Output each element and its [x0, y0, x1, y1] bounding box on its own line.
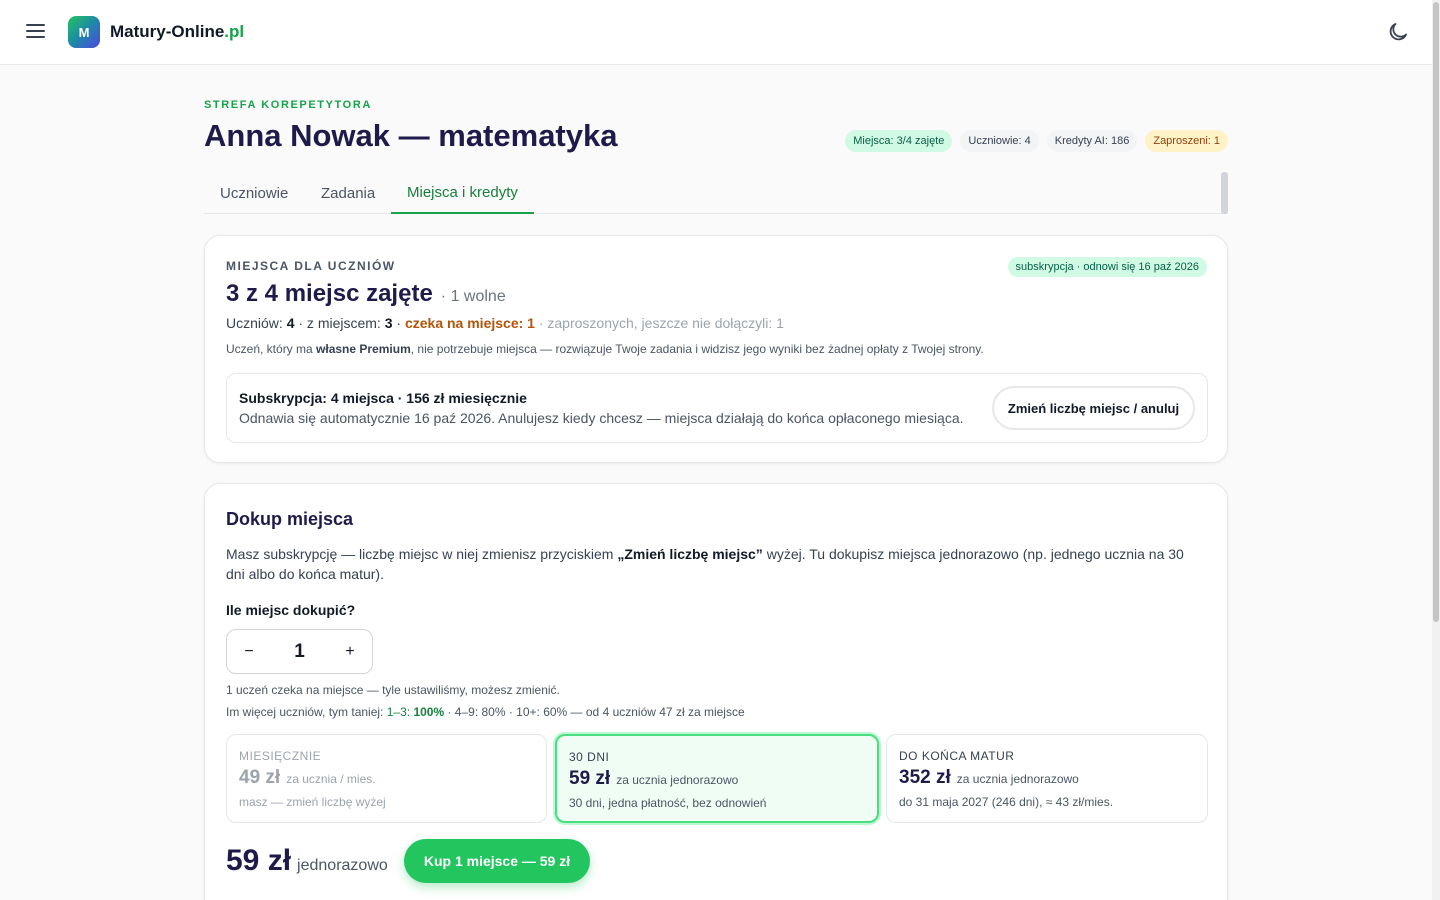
page-title: Anna Nowak — matematyka [204, 118, 618, 153]
buy-seats-title: Dokup miejsca [226, 509, 354, 529]
seats-card: MIEJSCA DLA UCZNIÓW subskrypcja · odnowi… [204, 235, 1228, 463]
seats-chip: Miejsca: 3/4 zajęte [845, 130, 953, 152]
plan-until-exams-note: do 31 maja 2027 (246 dni), ≈ 43 zł/mies. [899, 795, 1114, 809]
premium-note: Uczeń, który ma własne Premium, nie potr… [226, 342, 984, 356]
tab-tasks[interactable]: Zadania [305, 172, 391, 214]
seats-free: · 1 wolne [440, 288, 506, 305]
plan-until-exams-unit: za ucznia jednorazowo [956, 772, 1079, 786]
buy-seat-button[interactable]: Kup 1 miejsce — 59 zł [404, 839, 590, 883]
plan-until-exams-price: 352 zł za ucznia jednorazowo [899, 767, 1079, 789]
tier1-label: 1–3: [386, 705, 414, 719]
plan-30-days-unit: za ucznia jednorazowo [616, 773, 739, 787]
plan-monthly-unit: za ucznia / mies. [286, 772, 376, 786]
subscription-title: Subskrypcja: 4 miejsca · 156 zł miesięcz… [239, 390, 527, 406]
waiting-count: czeka na miejsce: 1 [404, 315, 535, 331]
plan-monthly-amount: 49 zł [239, 767, 281, 788]
total-suffix: jednorazowo [297, 857, 388, 874]
quantity-value[interactable]: 1 [271, 630, 328, 673]
page-scrollbar-thumb[interactable] [1433, 2, 1439, 622]
tab-students[interactable]: Uczniowie [204, 172, 304, 214]
plan-30-days-price: 59 zł za ucznia jednorazowo [569, 768, 738, 790]
plan-30-days[interactable]: 30 DNI 59 zł za ucznia jednorazowo 30 dni… [555, 734, 879, 823]
with-seat-label: · z miejscem: [294, 315, 385, 331]
plan-until-exams[interactable]: DO KOŃCA MATUR 352 zł za ucznia jednorazo… [886, 734, 1208, 823]
stats-separator: · [392, 315, 405, 331]
plan-monthly-price: 49 zł za ucznia / mies. [239, 767, 376, 789]
pricing-tiers-hint: Im więcej uczniów, tym taniej: 1–3: 100%… [226, 705, 745, 719]
moon-icon[interactable] [1386, 20, 1410, 44]
plan-until-exams-head: DO KOŃCA MATUR [899, 749, 1015, 763]
summary-chips: Miejsca: 3/4 zajęte Uczniowie: 4 Kredyty… [845, 130, 1228, 152]
plan-30-days-head: 30 DNI [569, 750, 610, 764]
logo[interactable]: M [68, 16, 100, 48]
total-price: 59 zł jednorazowo [226, 844, 388, 878]
brand-name[interactable]: Matury-Online.pl [110, 22, 244, 42]
tiers-post: · 4–9: 80% · 10+: 60% — od 4 uczniów 47 … [444, 705, 745, 719]
top-bar: M Matury-Online.pl [0, 0, 1432, 65]
ai-credits-chip: Kredyty AI: 186 [1046, 130, 1138, 152]
students-label: Uczniów: [226, 315, 287, 331]
premium-note-bold: własne Premium [316, 342, 411, 356]
tab-seats-credits[interactable]: Miejsca i kredyty [391, 172, 534, 214]
increment-button[interactable]: + [328, 630, 372, 673]
invited-count: · zaproszonych, jeszcze nie dołączyli: 1 [534, 315, 784, 331]
subscription-box: Subskrypcja: 4 miejsca · 156 zł miesięcz… [226, 373, 1208, 443]
plan-options: MIESIĘCZNIE 49 zł za ucznia / mies. masz … [226, 734, 1208, 823]
plan-monthly[interactable]: MIESIĘCZNIE 49 zł za ucznia / mies. masz … [226, 734, 547, 823]
quantity-hint: 1 uczeń czeka na miejsce — tyle ustawili… [226, 683, 560, 697]
tiers-pre: Im więcej uczniów, tym taniej: [226, 705, 387, 719]
plan-30-days-note: 30 dni, jedna płatność, bez odnowień [569, 796, 767, 810]
decrement-button[interactable]: − [227, 630, 271, 673]
premium-note-pre: Uczeń, który ma [226, 342, 317, 356]
seats-summary: 3 z 4 miejsc zajęte · 1 wolne [226, 280, 506, 308]
buy-desc-bold: „Zmień liczbę miejsc” [617, 546, 763, 562]
change-seats-button[interactable]: Zmień liczbę miejsc / anuluj [992, 386, 1195, 430]
buy-seats-desc: Masz subskrypcję — liczbę miejsc w niej … [226, 544, 1206, 584]
hamburger-menu-icon[interactable] [24, 20, 48, 44]
students-chip: Uczniowie: 4 [960, 130, 1039, 152]
plan-monthly-note: masz — zmień liczbę wyżej [239, 795, 386, 809]
seats-section-label: MIEJSCA DLA UCZNIÓW [226, 259, 396, 273]
buy-desc-pre: Masz subskrypcję — liczbę miejsc w niej … [226, 546, 618, 562]
quantity-label: Ile miejsc dokupić? [226, 602, 356, 618]
plan-monthly-head: MIESIĘCZNIE [239, 749, 322, 763]
total-amount: 59 zł [226, 844, 292, 877]
premium-note-post: , nie potrzebuje miejsca — rozwiązuje Tw… [410, 342, 984, 356]
with-seat-value: 3 [384, 315, 393, 331]
tier1-value: 100% [413, 705, 445, 719]
tabs-scrollbar[interactable] [1221, 172, 1228, 214]
section-eyebrow: STREFA KOREPETYTORA [204, 99, 372, 111]
page-scrollbar[interactable] [1432, 0, 1440, 900]
subscription-desc: Odnawia się automatycznie 16 paź 2026. A… [239, 410, 964, 426]
plan-30-days-amount: 59 zł [569, 768, 611, 789]
subscription-badge: subskrypcja · odnowi się 16 paź 2026 [1007, 257, 1207, 277]
plan-until-exams-amount: 352 zł [899, 767, 951, 788]
seats-stats: Uczniów: 4 · z miejscem: 3 · czeka na mi… [226, 315, 784, 331]
invited-chip: Zaproszeni: 1 [1145, 130, 1228, 152]
brand-name-text: Matury-Online [110, 22, 225, 41]
buy-seats-card: Dokup miejsca Masz subskrypcję — liczbę … [204, 483, 1228, 900]
tabs: Uczniowie Zadania Miejsca i kredyty [204, 172, 1228, 214]
brand-tld: .pl [224, 22, 245, 41]
seats-headline: 3 z 4 miejsc zajęte [226, 280, 433, 307]
quantity-stepper: − 1 + [226, 629, 373, 674]
